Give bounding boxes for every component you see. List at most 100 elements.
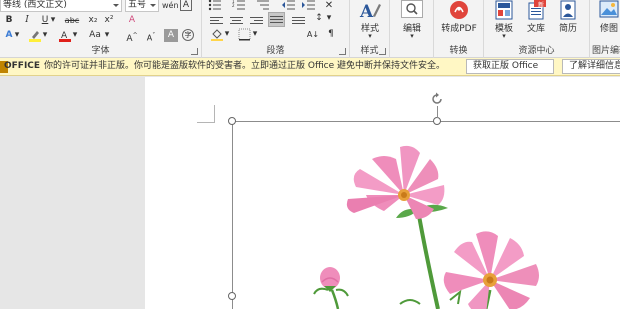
chevron-down-icon[interactable]: ▾ [326,12,332,25]
font-size-value: 五号 [128,0,147,10]
editing-button[interactable]: 编辑 ▾ [390,0,434,44]
styles-group[interactable]: A 样式 ▾ 样式 [350,0,390,58]
editing-group: 编辑 ▾ [390,0,434,58]
distributed-icon[interactable] [292,15,305,26]
resume-button[interactable]: 简历 [554,0,582,44]
learn-more-button[interactable]: 了解详细信息 [562,59,620,74]
search-icon [401,0,423,18]
strikethrough-button[interactable]: abc [62,14,82,27]
chinese-layout-icon[interactable]: ✕ [322,0,336,12]
grow-font-icon[interactable]: A^ [125,29,139,44]
template-button[interactable]: 模板 ▾ [490,0,518,44]
resource-center-group-label: 资源中心 [518,46,555,56]
pdf-icon [450,1,468,19]
line-spacing-icon[interactable]: ↕ [312,12,326,25]
resource-center-group: 模板 ▾ 新 文库 简历 资源中心 [484,0,590,58]
library-label: 文库 [526,24,545,34]
enclose-char-icon[interactable]: 字 [182,29,194,41]
warning-title: OFFICE [4,61,41,71]
numbering-icon[interactable]: 12 [232,0,246,12]
decrease-indent-icon[interactable] [282,0,296,12]
subscript-button[interactable]: x₂ [86,14,100,27]
convert-group-label: 转换 [449,46,468,56]
chevron-down-icon[interactable]: ▾ [72,29,78,42]
char-border-icon[interactable]: A [180,0,192,11]
bullets-icon[interactable] [208,0,222,12]
license-warning-bar: OFFICE 你的许可证并非正版。你可能是盗版软件的受害者。立即通过正版 Off… [0,58,620,76]
resize-handle-middle-left[interactable] [228,292,236,300]
convert-pdf-label: 转成PDF [441,24,477,34]
paragraph-group: 12 ✕ ↕ ▾ ▾ ▾ A↓ ¶ 段落 [202,0,350,58]
chevron-down-icon[interactable]: ▾ [42,29,48,42]
svg-text:2: 2 [232,3,235,8]
chevron-down-icon: ▾ [368,32,372,40]
resume-label: 简历 [558,24,577,34]
chevron-down-icon [113,4,119,7]
margin-corner-mark [214,105,215,123]
font-name-value: 等线 (西文正文) [3,0,67,10]
library-button[interactable]: 新 文库 [522,0,550,44]
clear-format-icon[interactable]: A [125,14,139,27]
align-center-icon[interactable] [230,15,243,26]
font-color-icon[interactable]: A [58,29,72,42]
font-dialog-launcher-icon[interactable] [191,48,198,55]
rotate-handle-icon[interactable] [430,92,444,106]
align-left-icon[interactable] [210,15,223,26]
warning-message: 你的许可证并非正版。你可能是盗版软件的受害者。立即通过正版 Office 避免中… [44,61,445,71]
shading-icon[interactable] [210,28,224,41]
convert-group: 转成PDF 转换 [434,0,484,58]
new-badge: 新 [538,2,545,9]
chevron-down-icon[interactable]: ▾ [252,28,258,41]
increase-indent-icon[interactable] [302,0,316,12]
chevron-down-icon [150,4,156,7]
phonetic-guide-icon[interactable]: wén [162,0,179,12]
rotate-connector [437,106,438,118]
borders-icon[interactable] [238,28,252,41]
styles-dialog-launcher-icon[interactable] [379,48,386,55]
styles-icon: A [359,2,381,22]
chevron-down-icon: ▾ [502,32,506,40]
cosmos-flower-image[interactable] [300,140,620,309]
show-marks-icon[interactable]: ¶ [324,28,338,41]
font-name-dropdown[interactable]: 等线 (西文正文) [0,0,122,12]
change-case-button[interactable]: Aa [86,29,104,42]
font-group: 等线 (西文正文) 五号 wén A B I U ▾ abc x₂ x² A A… [0,0,202,58]
chevron-down-icon: ▾ [410,32,414,40]
chevron-down-icon[interactable]: ▾ [104,29,110,42]
svg-text:A: A [359,2,374,20]
margin-corner-mark [197,122,215,123]
retouch-label: 修图 [599,24,618,34]
paragraph-group-label: 段落 [266,46,285,56]
justify-icon [270,14,283,25]
shrink-font-icon[interactable]: A˅ [144,29,158,43]
image-edit-group-label: 图片编辑 [592,46,620,56]
paragraph-dialog-launcher-icon[interactable] [339,48,346,55]
sort-icon[interactable]: A↓ [306,28,320,41]
font-size-dropdown[interactable]: 五号 [125,0,159,12]
template-icon [495,0,513,20]
resize-handle-top-left[interactable] [228,117,236,125]
font-group-label: 字体 [91,46,110,56]
align-right-icon[interactable] [250,15,263,26]
lower-flower [443,231,539,309]
ribbon: 等线 (西文正文) 五号 wén A B I U ▾ abc x₂ x² A A… [0,0,620,58]
resize-handle-top-center[interactable] [433,117,441,125]
chevron-down-icon[interactable]: ▾ [224,28,230,41]
bold-button[interactable]: B [2,14,16,27]
resume-icon [560,0,576,20]
italic-button[interactable]: I [20,14,34,27]
multilevel-list-icon[interactable] [256,0,270,12]
char-shading-icon[interactable]: A [164,29,178,42]
chevron-down-icon[interactable]: ▾ [50,14,56,27]
image-edit-group: 修图 图片编辑 [590,0,620,58]
retouch-button[interactable]: 修图 [594,0,620,44]
chevron-down-icon[interactable]: ▾ [14,29,20,42]
styles-button[interactable]: A 样式 ▾ [350,0,390,44]
convert-pdf-button[interactable]: 转成PDF [434,0,484,44]
image-icon [599,0,619,18]
superscript-button[interactable]: x² [102,14,116,27]
get-genuine-button[interactable]: 获取正版 Office [466,59,554,74]
highlight-icon[interactable] [28,29,42,42]
upper-flower [346,145,445,219]
justify-button[interactable] [268,12,285,27]
